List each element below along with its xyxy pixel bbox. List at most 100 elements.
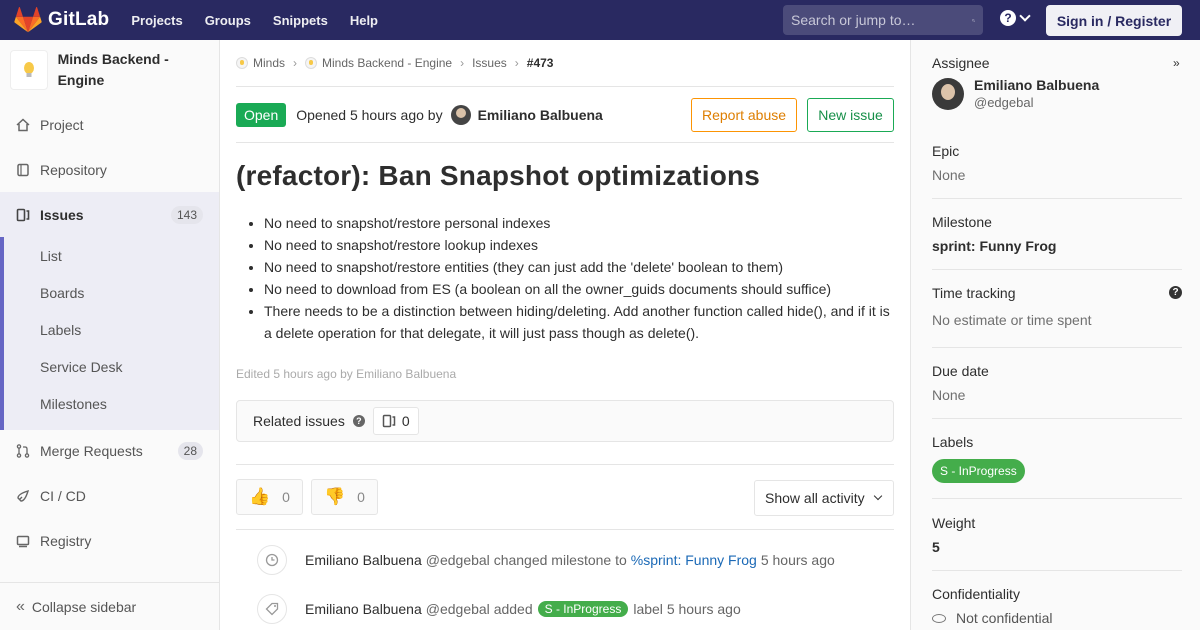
question-icon[interactable]: ? xyxy=(1169,286,1182,299)
sidebar-item-merge-requests[interactable]: Merge Requests 28 xyxy=(0,428,219,473)
status-badge: Open xyxy=(236,102,287,127)
issues-count-badge: 143 xyxy=(170,205,203,224)
chevron-down-icon xyxy=(873,491,882,501)
book-icon xyxy=(16,163,30,177)
epic-value: None xyxy=(932,167,966,183)
related-issues-count[interactable]: 0 xyxy=(372,407,419,435)
author-name[interactable]: Emiliano Balbuena xyxy=(478,107,603,123)
top-navbar: GitLab Projects Groups Snippets Help ? S… xyxy=(0,0,1200,40)
breadcrumb-project[interactable]: Minds Backend - Engine xyxy=(305,56,452,70)
search-input[interactable] xyxy=(791,12,972,28)
thumbs-up-count: 0 xyxy=(282,489,290,505)
breadcrumb-issue-number[interactable]: #473 xyxy=(527,56,554,70)
collapse-sidebar-button[interactable]: « Collapse sidebar xyxy=(0,582,219,630)
activity-filter-label: Show all activity xyxy=(765,490,865,506)
gitlab-logo[interactable]: GitLab xyxy=(14,7,109,33)
sidebar-subitem-milestones[interactable]: Milestones xyxy=(0,385,219,422)
breadcrumb-label: Minds Backend - Engine xyxy=(322,56,453,70)
thumbs-down-button[interactable]: 👎 0 xyxy=(310,479,378,515)
tag-icon xyxy=(257,594,287,624)
note-handle[interactable]: @edgebal xyxy=(426,552,490,568)
breadcrumb-separator-icon: › xyxy=(460,56,465,70)
sidebar-item-label: Merge Requests xyxy=(40,442,143,459)
lightbulb-icon xyxy=(23,62,34,77)
weight-value: 5 xyxy=(932,539,940,555)
due-date-section: Due date None xyxy=(932,363,1182,419)
issue-title: (refactor): Ban Snapshot optimizations xyxy=(236,160,761,191)
sidebar-item-ci-cd[interactable]: CI / CD xyxy=(0,473,219,518)
nav-help[interactable]: Help xyxy=(350,13,378,28)
label-pill[interactable]: S - InProgress xyxy=(932,459,1025,483)
question-icon: ? xyxy=(1000,10,1016,26)
report-abuse-button[interactable]: Report abuse xyxy=(691,98,797,132)
thumbs-down-icon: 👎 xyxy=(323,487,346,506)
milestone-title: Milestone xyxy=(932,214,992,230)
breadcrumb-issues[interactable]: Issues xyxy=(472,56,507,70)
main-content: Minds › Minds Backend - Engine › Issues … xyxy=(236,40,894,630)
question-icon[interactable]: ? xyxy=(352,415,365,427)
note-handle[interactable]: @edgebal xyxy=(426,601,490,617)
nav-projects[interactable]: Projects xyxy=(131,13,182,28)
eye-icon xyxy=(932,614,946,623)
description-bullet: No need to snapshot/restore personal ind… xyxy=(264,212,894,234)
labels-section: Labels S - InProgress xyxy=(932,434,1182,499)
assignee-section: Assignee Emiliano Balbuena @edgebal xyxy=(932,55,1182,111)
sidebar-subitem-labels[interactable]: Labels xyxy=(0,311,219,348)
sign-in-button[interactable]: Sign in / Register xyxy=(1046,5,1182,36)
breadcrumb-label: Minds xyxy=(253,56,286,70)
sidebar-item-registry[interactable]: Registry xyxy=(0,518,219,563)
new-issue-button[interactable]: New issue xyxy=(807,98,894,132)
milestone-link[interactable]: %sprint: Funny Frog xyxy=(631,552,757,568)
thumbs-up-button[interactable]: 👍 0 xyxy=(236,479,303,515)
sidebar-item-repository[interactable]: Repository xyxy=(0,147,219,192)
gitlab-tanuki-icon xyxy=(14,7,42,33)
milestone-value[interactable]: sprint: Funny Frog xyxy=(932,238,1182,254)
thumbs-down-count: 0 xyxy=(357,489,365,505)
breadcrumb-separator-icon: › xyxy=(514,56,519,70)
confidentiality-title: Confidentiality xyxy=(932,586,1020,602)
description-bullet: No need to snapshot/restore lookup index… xyxy=(264,234,894,256)
opened-text: Opened 5 hours ago by xyxy=(296,106,443,123)
collapse-sidebar-label: Collapse sidebar xyxy=(31,598,137,615)
sidebar-subitem-boards[interactable]: Boards xyxy=(0,274,219,311)
related-count-value: 0 xyxy=(401,413,410,429)
right-sidebar: » Assignee Emiliano Balbuena @edgebal Ep… xyxy=(910,40,1200,630)
sidebar-item-label: Issues xyxy=(40,206,84,223)
group-avatar-icon xyxy=(236,57,248,69)
labels-title: Labels xyxy=(932,434,974,450)
note-author[interactable]: Emiliano Balbuena xyxy=(305,552,422,568)
thumbs-up-icon: 👍 xyxy=(249,487,271,506)
confidentiality-text: Not confidential xyxy=(956,610,1053,626)
help-dropdown[interactable]: ? xyxy=(1000,10,1031,26)
weight-title: Weight xyxy=(932,515,976,531)
author-avatar[interactable] xyxy=(450,104,471,125)
note-time: 5 hours ago xyxy=(760,552,835,568)
activity-filter-dropdown[interactable]: Show all activity xyxy=(754,480,894,516)
chevron-down-icon xyxy=(1019,10,1031,22)
reactions-bar: 👍 0 👎 0 Show all activity xyxy=(236,465,894,530)
project-name: Minds Backend - Engine xyxy=(57,51,169,88)
sidebar-subitem-service-desk[interactable]: Service Desk xyxy=(0,348,219,385)
note-text: Emiliano Balbuena @edgebal changed miles… xyxy=(305,552,835,568)
nav-groups[interactable]: Groups xyxy=(205,13,251,28)
registry-icon xyxy=(16,534,30,548)
issue-header: Open Opened 5 hours ago by Emiliano Balb… xyxy=(236,87,894,143)
confidentiality-section: Confidentiality Not confidential xyxy=(932,586,1182,636)
sidebar-item-issues[interactable]: Issues 143 xyxy=(0,192,219,237)
label-pill[interactable]: S - InProgress xyxy=(537,601,629,617)
project-header[interactable]: Minds Backend - Engine xyxy=(0,40,219,102)
assignee[interactable]: Emiliano Balbuena @edgebal xyxy=(932,77,1182,110)
nav-snippets[interactable]: Snippets xyxy=(273,13,328,28)
search-box[interactable] xyxy=(783,5,983,35)
sidebar-subitem-list[interactable]: List xyxy=(0,237,219,274)
breadcrumb-group[interactable]: Minds xyxy=(236,56,285,70)
related-issues-panel: Related issues ? 0 xyxy=(236,400,894,442)
assignee-handle: @edgebal xyxy=(974,95,1034,110)
epic-section: Epic None xyxy=(932,143,1182,199)
sidebar-item-project[interactable]: Project xyxy=(0,102,219,147)
merge-request-icon xyxy=(16,443,30,458)
left-sidebar: Minds Backend - Engine Project Repositor… xyxy=(0,40,220,630)
home-icon xyxy=(16,117,30,132)
note-author[interactable]: Emiliano Balbuena xyxy=(305,601,422,617)
confidentiality-value: Not confidential xyxy=(932,610,1182,626)
